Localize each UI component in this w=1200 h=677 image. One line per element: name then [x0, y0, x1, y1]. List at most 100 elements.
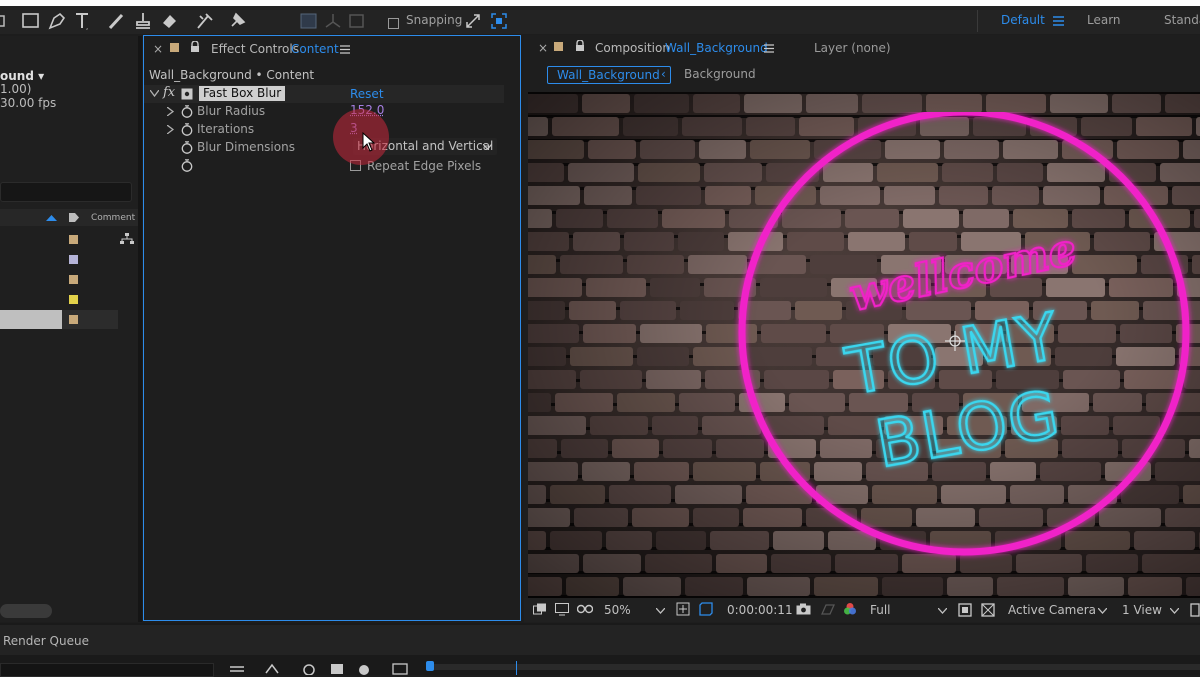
- snapping-checkbox[interactable]: [388, 18, 399, 29]
- axis-mode-local-icon[interactable]: [298, 10, 320, 32]
- label-color-swatch[interactable]: [69, 295, 78, 304]
- snap-expand-icon[interactable]: [462, 10, 484, 32]
- pen-tool-icon[interactable]: [46, 10, 68, 32]
- current-time-display[interactable]: 0:00:00:11: [727, 603, 793, 617]
- selected-project-item[interactable]: [0, 310, 62, 329]
- brush-tool-icon[interactable]: [106, 10, 128, 32]
- panel-menu-icon[interactable]: [764, 44, 774, 53]
- timeline-area: Render Queue: [0, 623, 1200, 677]
- close-tab-icon[interactable]: ×: [153, 42, 163, 56]
- lock-icon[interactable]: [190, 41, 200, 53]
- channel-rgb-icon[interactable]: [843, 602, 857, 616]
- composition-viewer[interactable]: wellcome TO MY BLOG: [528, 92, 1200, 598]
- chevron-down-icon[interactable]: [1098, 608, 1107, 614]
- roto-brush-tool-icon[interactable]: [194, 10, 216, 32]
- chevron-down-icon[interactable]: [938, 608, 947, 614]
- label-color-swatch[interactable]: [69, 235, 78, 244]
- 3d-glasses-icon[interactable]: [577, 603, 593, 615]
- title-action-safe-icon[interactable]: [676, 602, 690, 616]
- project-search-input[interactable]: [0, 182, 132, 202]
- type-tool-icon[interactable]: ,: [72, 10, 94, 32]
- tools-toolbar: , Snapping Default Learn Standa: [0, 0, 1200, 34]
- resolution-value[interactable]: Full: [870, 603, 891, 617]
- workspace-menu-icon[interactable]: [1053, 16, 1065, 26]
- timeline-icon-draft3d[interactable]: [264, 663, 280, 675]
- workspace-standard[interactable]: Standa: [1164, 13, 1200, 27]
- clone-stamp-tool-icon[interactable]: [132, 10, 154, 32]
- composition-tab-comp[interactable]: Wall_Background: [665, 41, 768, 55]
- breadcrumb-background[interactable]: Background: [684, 67, 756, 81]
- expand-chevron-icon[interactable]: [167, 125, 174, 134]
- pixel-aspect-icon[interactable]: [1190, 603, 1200, 617]
- chevron-down-icon: [483, 144, 492, 150]
- comment-column-header[interactable]: Comment: [91, 213, 135, 223]
- project-column-header: Comment: [0, 209, 138, 226]
- effect-name-box[interactable]: Fast Box Blur: [199, 86, 286, 101]
- stopwatch-icon[interactable]: [181, 105, 193, 118]
- always-preview-icon[interactable]: [533, 603, 547, 616]
- current-time-indicator[interactable]: [516, 661, 517, 675]
- label-tag-icon[interactable]: [68, 212, 80, 223]
- repeat-edge-label: Repeat Edge Pixels: [367, 159, 482, 173]
- panel-color-swatch: [170, 43, 179, 52]
- effect-controls-tab-title[interactable]: Effect Controls: [211, 42, 299, 56]
- rectangle-tool-icon[interactable]: [20, 10, 42, 32]
- project-comp-name[interactable]: ound ▾: [0, 69, 44, 83]
- puppet-pin-tool-icon[interactable]: [226, 10, 248, 32]
- expand-chevron-icon[interactable]: [167, 107, 174, 116]
- eraser-tool-icon[interactable]: [158, 10, 180, 32]
- show-snapshot-icon[interactable]: [821, 603, 835, 615]
- layer-tab[interactable]: Layer (none): [814, 41, 891, 55]
- work-area-start-handle[interactable]: [426, 661, 434, 671]
- flowchart-icon[interactable]: [120, 233, 134, 245]
- mask-visibility-icon[interactable]: [699, 602, 713, 616]
- svg-text:,: ,: [86, 23, 88, 31]
- label-color-swatch[interactable]: [69, 255, 78, 264]
- timeline-icon-frame-blend[interactable]: [330, 663, 344, 675]
- snap-target-icon[interactable]: [488, 10, 510, 32]
- chevron-down-icon[interactable]: [656, 608, 665, 614]
- comp-breadcrumb-active[interactable]: Wall_Background ‹: [547, 66, 671, 84]
- reset-link[interactable]: Reset: [350, 87, 384, 101]
- workspace-learn[interactable]: Learn: [1087, 13, 1121, 27]
- lock-icon[interactable]: [575, 40, 585, 52]
- mouse-cursor-icon: [362, 132, 376, 152]
- close-tab-icon[interactable]: ×: [538, 41, 548, 55]
- label-color-swatch[interactable]: [69, 275, 78, 284]
- timeline-icon-composition[interactable]: [230, 665, 244, 675]
- project-comp-fps: 30.00 fps: [0, 96, 57, 110]
- magnification-value[interactable]: 50%: [604, 603, 631, 617]
- timeline-icon-shy[interactable]: [301, 663, 317, 675]
- effect-preset-icon[interactable]: [181, 88, 193, 100]
- render-queue-tab[interactable]: Render Queue: [3, 634, 89, 648]
- stopwatch-icon[interactable]: [181, 141, 193, 154]
- axis-mode-world-icon[interactable]: [322, 10, 344, 32]
- transparency-grid-icon[interactable]: [981, 603, 995, 617]
- breadcrumb-chevron-icon: ‹: [661, 67, 666, 81]
- time-ruler[interactable]: [430, 664, 1200, 670]
- orbit-tool-icon[interactable]: [0, 10, 18, 32]
- chevron-down-icon[interactable]: [1170, 608, 1179, 614]
- project-panel: ound ▾ 1.00) 30.00 fps Comment: [0, 36, 138, 622]
- view-layout-value[interactable]: 1 View: [1122, 603, 1162, 617]
- workspace-default[interactable]: Default: [1001, 13, 1045, 27]
- project-scrollbar[interactable]: [0, 604, 52, 618]
- timeline-icon-motion-blur[interactable]: [356, 663, 372, 675]
- axis-mode-view-icon[interactable]: [346, 10, 368, 32]
- effect-header-row[interactable]: fx Fast Box Blur Reset: [144, 85, 504, 103]
- monitor-icon[interactable]: [555, 603, 569, 616]
- sort-arrow-icon[interactable]: [46, 215, 57, 221]
- snapshot-camera-icon[interactable]: [796, 603, 811, 615]
- timeline-icon-graph-editor[interactable]: [392, 663, 408, 675]
- camera-view-value[interactable]: Active Camera: [1008, 603, 1096, 617]
- composition-tab-title[interactable]: Composition: [595, 41, 670, 55]
- region-of-interest-icon[interactable]: [958, 603, 972, 617]
- collapse-chevron-icon[interactable]: [150, 90, 159, 97]
- effect-controls-tab-layer[interactable]: Content: [291, 42, 339, 56]
- stopwatch-icon[interactable]: [181, 123, 193, 136]
- label-color-swatch[interactable]: [69, 315, 78, 324]
- fx-toggle-icon[interactable]: fx: [163, 85, 175, 100]
- panel-menu-icon[interactable]: [340, 45, 350, 54]
- stopwatch-icon[interactable]: [181, 159, 193, 172]
- click-highlight: [333, 109, 389, 165]
